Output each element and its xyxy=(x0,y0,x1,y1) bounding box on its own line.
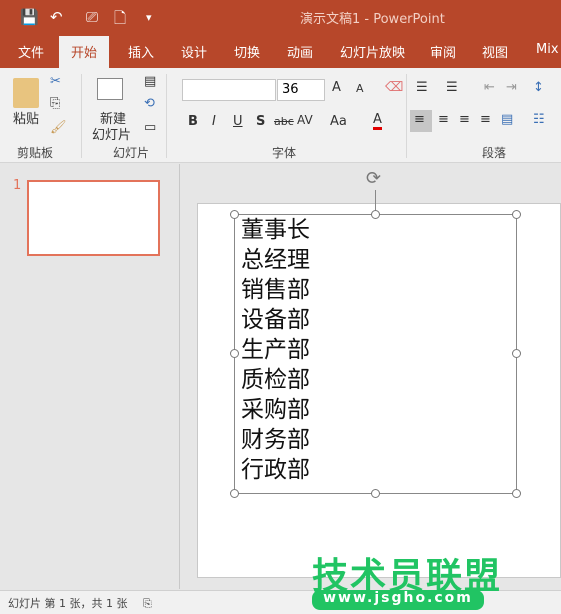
paste-icon[interactable] xyxy=(13,78,39,108)
slide-thumbnail[interactable] xyxy=(27,180,160,256)
slide-number: 1 xyxy=(13,178,22,193)
font-name-input[interactable] xyxy=(182,79,276,101)
text-box[interactable]: 董事长 总经理 销售部 设备部 生产部 质检部 采购部 财务部 行政部 xyxy=(234,214,517,494)
resize-handle[interactable] xyxy=(230,489,239,498)
resize-handle[interactable] xyxy=(230,210,239,219)
font-size-input[interactable]: 36 xyxy=(277,79,325,101)
clear-format-icon[interactable]: ⌫ xyxy=(385,80,403,95)
cut-icon[interactable]: ✂ xyxy=(50,74,61,89)
resize-handle[interactable] xyxy=(230,349,239,358)
tab-slideshow[interactable]: 幻灯片放映 xyxy=(340,42,405,61)
resize-handle[interactable] xyxy=(371,489,380,498)
group-slides: 幻灯片 xyxy=(113,146,150,160)
tab-animations[interactable]: 动画 xyxy=(287,42,313,61)
text-line: 质检部 xyxy=(241,367,310,393)
align-center-button[interactable]: ≡ xyxy=(438,112,449,127)
paste-button[interactable]: 粘贴 xyxy=(13,108,39,127)
notes-icon[interactable]: ⎘ xyxy=(143,597,152,610)
watermark-url: www.jsgho.com xyxy=(312,590,484,610)
tab-home[interactable]: 开始 xyxy=(59,36,110,68)
slide-count-status: 幻灯片 第 1 张，共 1 张 xyxy=(8,597,128,610)
text-line: 采购部 xyxy=(241,397,310,423)
undo-icon[interactable]: ↶ xyxy=(50,8,63,26)
font-color-button[interactable]: A xyxy=(373,112,382,130)
shrink-font-button[interactable]: A xyxy=(356,82,364,95)
change-case-button[interactable]: Aa xyxy=(330,114,347,129)
reset-icon[interactable]: ⟲ xyxy=(144,96,155,111)
title-bar: 💾 ↶ ⎚ 🗋 ▾ 演示文稿1 - PowerPoint xyxy=(0,0,561,36)
group-clipboard: 剪贴板 xyxy=(17,146,54,160)
underline-button[interactable]: U xyxy=(233,114,243,129)
numbering-icon[interactable]: ☰ xyxy=(446,80,458,95)
resize-handle[interactable] xyxy=(371,210,380,219)
rotate-handle-icon[interactable]: ⟳ xyxy=(366,168,381,189)
shadow-button[interactable]: S xyxy=(256,114,265,129)
text-line: 销售部 xyxy=(241,277,310,303)
justify-button[interactable]: ≡ xyxy=(480,112,491,127)
ribbon: 粘贴 ✂ ⎘ 🖌 剪贴板 新建 幻灯片 ▤ ⟲ ▭ 幻灯片 36 A A ⌫ B… xyxy=(0,68,561,163)
tab-insert[interactable]: 插入 xyxy=(128,42,154,61)
tab-file[interactable]: 文件 xyxy=(18,42,44,61)
format-painter-icon[interactable]: 🖌 xyxy=(50,120,67,135)
text-line: 生产部 xyxy=(241,337,310,363)
tab-mix[interactable]: Mix xyxy=(536,42,559,57)
increase-indent-icon[interactable]: ⇥ xyxy=(506,80,517,95)
grow-font-button[interactable]: A xyxy=(332,80,341,95)
group-paragraph: 段落 xyxy=(482,146,507,160)
tab-design[interactable]: 设计 xyxy=(181,42,207,61)
text-line: 总经理 xyxy=(241,247,310,273)
align-left-button[interactable]: ≡ xyxy=(410,110,432,132)
decrease-indent-icon[interactable]: ⇤ xyxy=(484,80,495,95)
save-icon[interactable]: 💾 xyxy=(20,8,39,26)
copy-icon[interactable]: ⎘ xyxy=(50,96,60,111)
tab-review[interactable]: 审阅 xyxy=(430,42,456,61)
new-slide-icon[interactable] xyxy=(97,78,123,100)
layout-icon[interactable]: ▤ xyxy=(144,74,156,89)
tab-view[interactable]: 视图 xyxy=(482,42,508,61)
text-line: 行政部 xyxy=(241,457,310,483)
present-icon[interactable]: ⎚ xyxy=(86,8,98,26)
distribute-button[interactable]: ▤ xyxy=(501,112,513,127)
line-spacing-icon[interactable]: ↕ xyxy=(533,80,544,95)
resize-handle[interactable] xyxy=(512,489,521,498)
text-line: 财务部 xyxy=(241,427,310,453)
group-font: 字体 xyxy=(272,146,297,160)
new-file-icon[interactable]: 🗋 xyxy=(114,8,126,33)
text-line: 设备部 xyxy=(241,307,310,333)
columns-icon[interactable]: ☷ xyxy=(533,112,545,127)
new-slide-label[interactable]: 幻灯片 xyxy=(92,124,131,143)
char-spacing-button[interactable]: AV xyxy=(297,113,313,127)
strikethrough-button[interactable]: abc xyxy=(274,115,294,128)
ribbon-tabs: 文件 开始 插入 设计 切换 动画 幻灯片放映 审阅 视图 Mix xyxy=(0,36,561,68)
resize-handle[interactable] xyxy=(512,349,521,358)
customize-qat-button[interactable]: ▾ xyxy=(146,11,152,24)
tab-transitions[interactable]: 切换 xyxy=(234,42,260,61)
text-line: 董事长 xyxy=(241,217,310,243)
bold-button[interactable]: B xyxy=(188,114,198,129)
italic-button[interactable]: I xyxy=(212,114,216,129)
resize-handle[interactable] xyxy=(512,210,521,219)
align-right-button[interactable]: ≡ xyxy=(459,112,470,127)
window-title: 演示文稿1 - PowerPoint xyxy=(300,12,445,27)
section-icon[interactable]: ▭ xyxy=(144,120,156,135)
bullets-icon[interactable]: ☰ xyxy=(416,80,428,95)
